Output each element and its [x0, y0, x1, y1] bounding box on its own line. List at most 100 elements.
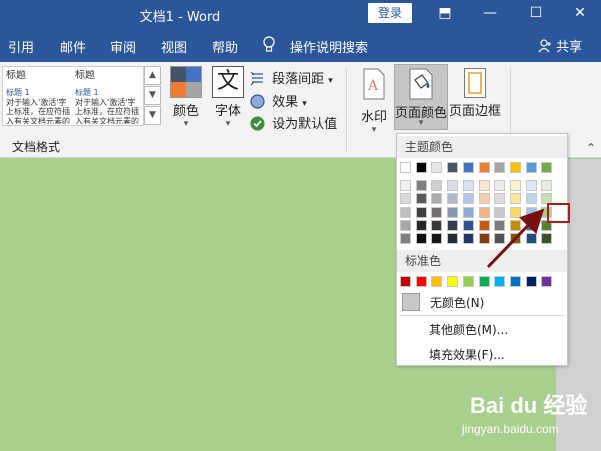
- tell-me-search[interactable]: 操作说明搜索: [290, 37, 368, 56]
- standard-color-swatch[interactable]: [509, 276, 521, 287]
- theme-shade-swatch[interactable]: [462, 233, 474, 245]
- no-color-option[interactable]: 无颜色(N): [398, 291, 566, 313]
- theme-shade-swatch[interactable]: [478, 180, 490, 191]
- theme-color-swatch[interactable]: [525, 162, 537, 173]
- theme-shade-swatch[interactable]: [400, 193, 411, 205]
- theme-shade-swatch[interactable]: [431, 219, 443, 231]
- theme-shade-swatch[interactable]: [462, 219, 474, 231]
- theme-shade-swatch[interactable]: [400, 219, 411, 231]
- selected-swatch-highlight: [547, 203, 570, 223]
- close-button[interactable]: ✕: [560, 0, 600, 28]
- login-button[interactable]: 登录: [368, 3, 412, 23]
- paint-bucket-icon: [409, 68, 433, 100]
- theme-shade-swatch[interactable]: [431, 206, 443, 218]
- maximize-button[interactable]: ☐: [516, 0, 556, 28]
- font-icon: 文: [212, 66, 244, 98]
- theme-shade-swatch[interactable]: [431, 193, 443, 205]
- tab-view[interactable]: 视图: [161, 37, 187, 56]
- watermark-icon: A: [363, 68, 385, 100]
- theme-color-swatch[interactable]: [400, 162, 411, 173]
- theme-shade-swatch[interactable]: [494, 180, 506, 191]
- watermark-button[interactable]: A 水印 ▾: [356, 68, 392, 135]
- theme-shade-swatch[interactable]: [400, 233, 411, 245]
- theme-shade-swatch[interactable]: [509, 180, 521, 191]
- style-body: 对于输入'激活'字上标准，在应符插入有关文档元素的内容开始列表样式: [6, 97, 70, 124]
- theme-shade-swatch[interactable]: [447, 206, 459, 218]
- annotation-arrow-icon: [486, 208, 545, 269]
- theme-shade-swatch[interactable]: [462, 206, 474, 218]
- theme-shade-swatch[interactable]: [462, 180, 474, 191]
- theme-shade-swatch[interactable]: [525, 193, 537, 205]
- theme-shade-swatch[interactable]: [431, 233, 443, 245]
- chevron-down-icon[interactable]: ▼: [144, 86, 161, 105]
- theme-color-swatch[interactable]: [462, 162, 474, 173]
- theme-shade-swatch[interactable]: [447, 233, 459, 245]
- theme-shade-swatch[interactable]: [415, 219, 427, 231]
- theme-shade-swatch[interactable]: [415, 233, 427, 245]
- standard-color-swatch[interactable]: [462, 276, 474, 287]
- theme-shade-swatch[interactable]: [415, 180, 427, 191]
- set-as-default-button[interactable]: 设为默认值: [250, 113, 337, 132]
- no-color-label: 无颜色(N): [430, 296, 485, 310]
- effects-button[interactable]: 效果 ▾: [250, 91, 307, 110]
- fonts-button[interactable]: 文 字体 ▾: [210, 66, 246, 129]
- more-colors-option[interactable]: 其他颜色(M)...: [429, 321, 508, 338]
- page-borders-button[interactable]: 页面边框: [448, 68, 502, 119]
- standard-color-swatch[interactable]: [431, 276, 443, 287]
- standard-color-swatch[interactable]: [478, 276, 490, 287]
- tab-review[interactable]: 审阅: [110, 37, 136, 56]
- theme-shade-swatch[interactable]: [462, 193, 474, 205]
- share-button[interactable]: 共享: [538, 36, 582, 55]
- style-set-item[interactable]: 标题 标题 1 对于输入'激活'字上标准，在应符插入有关文档元素的内容开始列表样…: [6, 70, 72, 124]
- tab-references[interactable]: 引用: [8, 37, 34, 56]
- theme-shade-swatch[interactable]: [415, 193, 427, 205]
- chevron-up-icon[interactable]: ▲: [144, 66, 161, 85]
- theme-shade-swatch[interactable]: [431, 180, 443, 191]
- theme-shade-swatch[interactable]: [400, 206, 411, 218]
- ribbon-display-icon[interactable]: ⬒: [425, 0, 465, 28]
- theme-shade-swatch[interactable]: [509, 193, 521, 205]
- theme-shade-swatch[interactable]: [478, 193, 490, 205]
- baidu-watermark: Bai du 经验: [470, 393, 588, 418]
- tab-help[interactable]: 帮助: [212, 37, 238, 56]
- theme-shade-swatch[interactable]: [415, 206, 427, 218]
- standard-color-swatch[interactable]: [447, 276, 459, 287]
- gallery-expand-icon[interactable]: ▼: [144, 106, 161, 125]
- theme-shade-swatch[interactable]: [494, 193, 506, 205]
- theme-shade-swatch[interactable]: [541, 180, 553, 191]
- theme-color-swatch[interactable]: [541, 162, 553, 173]
- watermark-label: 水印: [360, 110, 387, 125]
- theme-color-swatch[interactable]: [494, 162, 506, 173]
- collapse-ribbon-icon[interactable]: ⌃: [586, 141, 596, 155]
- theme-color-swatch[interactable]: [415, 162, 427, 173]
- style-set-gallery[interactable]: 标题 标题 1 对于输入'激活'字上标准，在应符插入有关文档元素的内容开始列表样…: [2, 66, 144, 126]
- fill-effects-option[interactable]: 填充效果(F)...: [429, 346, 505, 363]
- standard-color-swatch[interactable]: [494, 276, 506, 287]
- theme-shade-swatch[interactable]: [447, 219, 459, 231]
- paragraph-spacing-button[interactable]: 段落间距 ▾: [250, 68, 333, 87]
- page-color-button[interactable]: 页面颜色 ▾: [394, 64, 448, 130]
- theme-shade-swatch[interactable]: [447, 193, 459, 205]
- chevron-down-icon: ▾: [418, 118, 424, 128]
- standard-color-swatch[interactable]: [541, 276, 553, 287]
- colors-button[interactable]: 颜色 ▾: [168, 66, 204, 129]
- style-set-item[interactable]: 标题 标题 1 对于输入'激活'字上标准，在应符插入有关文档元素的内容开始列表样…: [75, 70, 141, 124]
- effects-label: 效果: [272, 95, 299, 110]
- style-subheading: 标题 1: [75, 88, 99, 97]
- ribbon-tabs: 引用 邮件 审阅 视图 帮助 操作说明搜索 共享: [0, 28, 601, 62]
- theme-color-swatch[interactable]: [431, 162, 443, 173]
- paragraph-spacing-icon: [250, 71, 263, 86]
- tab-mailings[interactable]: 邮件: [60, 37, 86, 56]
- standard-color-swatch[interactable]: [400, 276, 411, 287]
- style-subheading: 标题 1: [6, 88, 30, 97]
- theme-color-swatch[interactable]: [447, 162, 459, 173]
- theme-shade-swatch[interactable]: [400, 180, 411, 191]
- standard-color-swatch[interactable]: [525, 276, 537, 287]
- set-as-default-label: 设为默认值: [272, 117, 338, 132]
- theme-color-swatch[interactable]: [509, 162, 521, 173]
- minimize-button[interactable]: —: [470, 0, 510, 28]
- theme-shade-swatch[interactable]: [525, 180, 537, 191]
- standard-color-swatch[interactable]: [415, 276, 427, 287]
- theme-shade-swatch[interactable]: [447, 180, 459, 191]
- theme-color-swatch[interactable]: [478, 162, 490, 173]
